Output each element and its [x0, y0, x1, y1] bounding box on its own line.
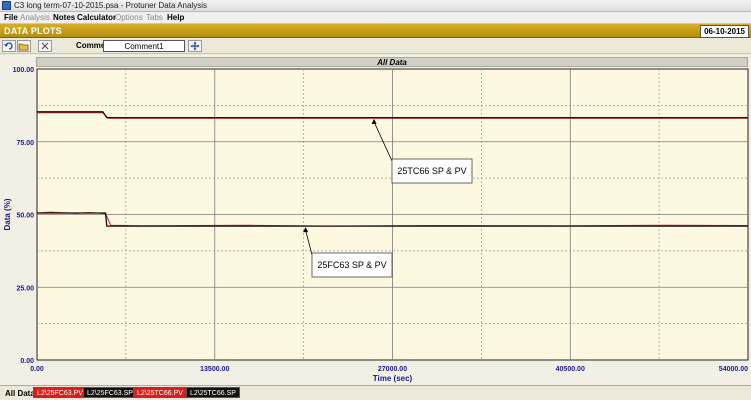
tab-l2-25tc66-pv[interactable]: L2\25TC66.PV — [133, 387, 187, 398]
menu-options[interactable]: Options — [115, 12, 143, 23]
section-title: DATA PLOTS — [4, 26, 62, 36]
annotation-label: 25TC66 SP & PV — [397, 166, 466, 176]
app-header: DATA PLOTS 06-10-2015 — [0, 24, 751, 38]
y-tick-label: 25.00 — [16, 285, 34, 292]
x-tick-label: 13500.00 — [200, 366, 229, 373]
menu-tabs[interactable]: Tabs — [146, 12, 163, 23]
open-folder-icon — [18, 43, 29, 51]
x-tick-label: 54000.00 — [719, 366, 748, 373]
y-tick-label: 100.00 — [13, 67, 35, 74]
undo-icon — [4, 42, 13, 50]
window-title: C3 long term-07-10-2015.psa - Protuner D… — [14, 1, 207, 10]
title-bar: C3 long term-07-10-2015.psa - Protuner D… — [0, 0, 751, 12]
tab-l2-25tc66-sp[interactable]: L2\25TC66.SP — [186, 387, 240, 398]
app-icon — [2, 1, 11, 10]
menu-calculator[interactable]: Calculator — [77, 12, 116, 23]
toolbar: Comment — [0, 38, 751, 54]
tabs-bar: All Data L2\25FC63.PV L2\25FC63.SP L2\25TC6… — [0, 385, 751, 400]
menu-bar: File Analysis Notes Calculator Options T… — [0, 12, 751, 24]
move-button[interactable] — [188, 40, 202, 52]
x-tick-label: 40500.00 — [556, 366, 585, 373]
x-tick-label: 27000.00 — [378, 366, 407, 373]
menu-help[interactable]: Help — [167, 12, 184, 23]
close-x-icon — [41, 42, 49, 50]
menu-notes[interactable]: Notes — [53, 12, 75, 23]
plot-panel: 0.00 25.00 50.00 75.00 100.00 0.00 13500.00 270… — [0, 55, 751, 385]
tab-l2-25fc63-sp[interactable]: L2\25FC63.SP — [83, 387, 137, 398]
y-tick-label: 50.00 — [16, 213, 34, 220]
chart[interactable]: 0.00 25.00 50.00 75.00 100.00 0.00 13500.00 270… — [0, 55, 751, 385]
move-icon — [190, 41, 200, 51]
undo-button[interactable] — [2, 40, 16, 52]
tab-l2-25fc63-pv[interactable]: L2\25FC63.PV — [33, 387, 87, 398]
y-tick-label: 0.00 — [20, 358, 34, 365]
comment-input[interactable] — [103, 40, 185, 52]
x-axis-title: Time (sec) — [373, 374, 413, 383]
y-tick-label: 75.00 — [16, 140, 34, 147]
menu-file[interactable]: File — [4, 12, 18, 23]
date-display: 06-10-2015 — [700, 25, 749, 38]
y-axis-title: Data (%) — [3, 198, 12, 230]
x-tick-label: 0.00 — [30, 366, 44, 373]
menu-analysis[interactable]: Analysis — [20, 12, 50, 23]
open-button[interactable] — [17, 40, 31, 52]
plot-title: All Data — [36, 57, 748, 67]
annotation-label: 25FC63 SP & PV — [317, 260, 386, 270]
close-button[interactable] — [38, 40, 52, 52]
